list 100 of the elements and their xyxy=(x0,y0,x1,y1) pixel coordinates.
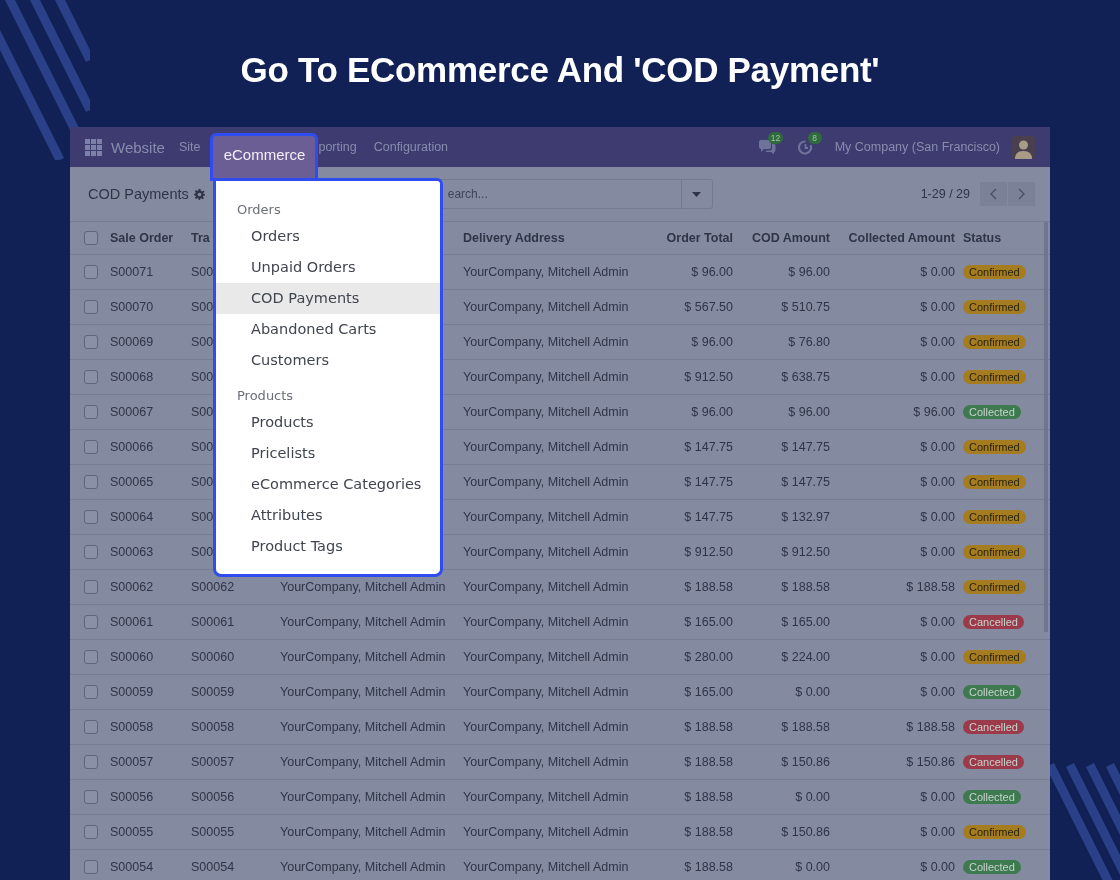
status-badge: Confirmed xyxy=(963,650,1026,664)
status-badge: Confirmed xyxy=(963,580,1026,594)
menu-item[interactable]: Unpaid Orders xyxy=(216,252,440,283)
row-checkbox[interactable] xyxy=(83,335,98,349)
clock-icon[interactable] xyxy=(797,139,813,155)
table-cell: S00 xyxy=(191,405,214,419)
menu-item[interactable]: Orders xyxy=(216,221,440,252)
menu-item[interactable]: Pricelists xyxy=(216,438,440,469)
nav-menu-item[interactable]: porting xyxy=(318,140,357,154)
menu-item[interactable]: Products xyxy=(216,407,440,438)
previous-page-button[interactable] xyxy=(980,182,1007,206)
next-page-button[interactable] xyxy=(1008,182,1035,206)
row-checkbox[interactable] xyxy=(83,475,98,489)
column-header[interactable]: Order Total xyxy=(666,231,733,245)
status-badge: Collected xyxy=(963,685,1021,699)
table-cell: S00 xyxy=(191,510,214,524)
row-checkbox[interactable] xyxy=(83,370,98,384)
table-cell: YourCompany, Mitchell Admin xyxy=(280,615,446,629)
chat-icon[interactable] xyxy=(757,139,776,155)
column-header[interactable]: Collected Amount xyxy=(848,231,955,245)
status-badge: Confirmed xyxy=(963,545,1026,559)
table-cell: S00070 xyxy=(110,300,154,314)
pager-range: 1-29 / 29 xyxy=(920,187,970,201)
table-cell: $ 280.00 xyxy=(684,650,733,664)
row-checkbox[interactable] xyxy=(83,860,98,874)
table-cell: YourCompany, Mitchell Admin xyxy=(463,440,629,454)
row-checkbox[interactable] xyxy=(83,825,98,839)
row-checkbox[interactable] xyxy=(83,300,98,314)
table-cell: $ 96.00 xyxy=(788,265,830,279)
table-cell: S00063 xyxy=(110,545,154,559)
table-cell: $ 224.00 xyxy=(781,650,830,664)
row-checkbox[interactable] xyxy=(83,405,98,419)
nav-menu-item[interactable]: Configuration xyxy=(373,140,449,154)
nav-menu-item[interactable]: Site xyxy=(178,140,201,154)
table-cell: S00066 xyxy=(110,440,154,454)
table-cell: YourCompany, Mitchell Admin xyxy=(280,860,446,874)
table-cell: $ 0.00 xyxy=(795,860,830,874)
table-cell: YourCompany, Mitchell Admin xyxy=(463,580,629,594)
row-checkbox[interactable] xyxy=(83,265,98,279)
table-cell: $ 567.50 xyxy=(684,300,733,314)
menu-item[interactable]: eCommerce Categories xyxy=(216,469,440,500)
table-cell: YourCompany, Mitchell Admin xyxy=(280,580,446,594)
menu-item[interactable]: Attributes xyxy=(216,500,440,531)
row-checkbox[interactable] xyxy=(83,650,98,664)
table-cell: YourCompany, Mitchell Admin xyxy=(463,265,629,279)
menu-item[interactable]: Abandoned Carts xyxy=(216,314,440,345)
menu-item[interactable]: COD Payments xyxy=(216,283,440,314)
table-cell: $ 912.50 xyxy=(781,545,830,559)
column-header[interactable]: Status xyxy=(955,231,1037,245)
table-cell: $ 0.00 xyxy=(920,440,955,454)
table-cell: S00061 xyxy=(191,615,235,629)
table-cell: $ 188.58 xyxy=(684,755,733,769)
table-cell: S00056 xyxy=(191,790,235,804)
row-checkbox[interactable] xyxy=(83,510,98,524)
table-cell: YourCompany, Mitchell Admin xyxy=(463,335,629,349)
filter-toggle-button[interactable] xyxy=(680,179,713,209)
table-cell: S00055 xyxy=(110,825,154,839)
table-cell: $ 76.80 xyxy=(788,335,830,349)
row-checkbox[interactable] xyxy=(83,720,98,734)
table-cell: YourCompany, Mitchell Admin xyxy=(463,405,629,419)
app-name[interactable]: Website xyxy=(111,138,165,156)
table-cell: S00056 xyxy=(110,790,154,804)
row-checkbox[interactable] xyxy=(83,790,98,804)
settings-icon[interactable] xyxy=(193,188,205,200)
table-cell: S00071 xyxy=(110,265,154,279)
table-cell: S00 xyxy=(191,545,214,559)
table-cell: YourCompany, Mitchell Admin xyxy=(280,790,446,804)
avatar-silhouette-icon[interactable] xyxy=(1012,135,1035,159)
table-cell: YourCompany, Mitchell Admin xyxy=(463,755,629,769)
row-checkbox[interactable] xyxy=(83,440,98,454)
row-checkbox[interactable] xyxy=(83,580,98,594)
app-grid-icon[interactable] xyxy=(85,138,102,156)
row-checkbox[interactable] xyxy=(83,685,98,699)
table-cell: S00 xyxy=(191,335,214,349)
table-cell: $ 188.58 xyxy=(781,720,830,734)
table-cell: $ 147.75 xyxy=(684,475,733,489)
row-checkbox[interactable] xyxy=(83,615,98,629)
row-checkbox[interactable] xyxy=(83,755,98,769)
table-cell: $ 147.75 xyxy=(781,475,830,489)
column-header[interactable]: COD Amount xyxy=(752,231,830,245)
company-switcher[interactable]: My Company (San Francisco) xyxy=(834,140,1000,154)
column-header[interactable]: Sale Order xyxy=(110,231,174,245)
select-all-checkbox[interactable] xyxy=(83,231,98,245)
table-cell: S00062 xyxy=(110,580,154,594)
table-cell: $ 0.00 xyxy=(920,265,955,279)
menu-item[interactable]: Product Tags xyxy=(216,531,440,562)
status-badge: Collected xyxy=(963,860,1021,874)
table-cell: S00055 xyxy=(191,825,235,839)
table-cell: $ 96.00 xyxy=(788,405,830,419)
nav-menu-tab[interactable]: eCommerce xyxy=(210,133,319,181)
status-badge: Confirmed xyxy=(963,265,1026,279)
table-cell: S00 xyxy=(191,300,214,314)
table-cell: $ 0.00 xyxy=(920,860,955,874)
status-badge: Cancelled xyxy=(963,615,1024,629)
message-count-badge: 12 xyxy=(767,131,784,144)
menu-item[interactable]: Customers xyxy=(216,345,440,376)
column-header[interactable]: Tra xyxy=(191,231,210,245)
column-header[interactable]: Delivery Address xyxy=(463,231,565,245)
row-checkbox[interactable] xyxy=(83,545,98,559)
table-cell: $ 150.86 xyxy=(906,755,955,769)
